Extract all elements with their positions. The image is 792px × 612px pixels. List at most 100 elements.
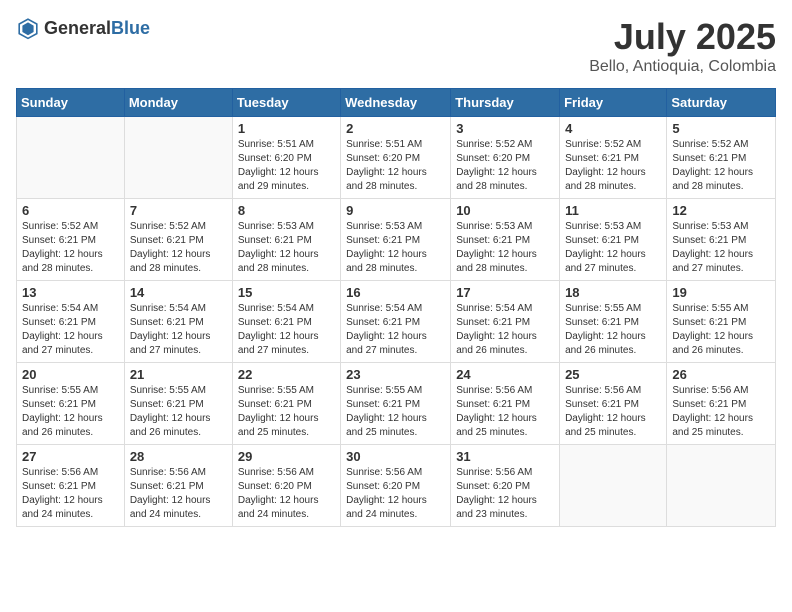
day-info: Sunrise: 5:53 AMSunset: 6:21 PMDaylight:… <box>672 220 770 276</box>
day-number: 10 <box>456 203 554 218</box>
calendar-cell: 22Sunrise: 5:55 AMSunset: 6:21 PMDayligh… <box>232 363 340 445</box>
day-info: Sunrise: 5:52 AMSunset: 6:21 PMDaylight:… <box>130 220 227 276</box>
day-info: Sunrise: 5:56 AMSunset: 6:21 PMDaylight:… <box>672 384 770 440</box>
day-number: 14 <box>130 285 227 300</box>
day-number: 2 <box>346 121 445 136</box>
day-number: 31 <box>456 449 554 464</box>
logo-general: General <box>44 18 111 38</box>
calendar-cell: 19 Sunrise: 5:55 AMSunset: 6:21 PMDayligh… <box>667 281 776 363</box>
day-number: 11 <box>565 203 661 218</box>
day-info: Sunrise: 5:55 AMSunset: 6:21 PMDaylight:… <box>130 384 227 440</box>
day-number: 26 <box>672 367 770 382</box>
day-number: 4 <box>565 121 661 136</box>
calendar-cell: 13 Sunrise: 5:54 AMSunset: 6:21 PMDayligh… <box>17 281 125 363</box>
week-row-1: 1 Sunrise: 5:51 AMSunset: 6:20 PMDaylight… <box>17 117 776 199</box>
day-info: Sunrise: 5:55 AMSunset: 6:21 PMDaylight:… <box>565 302 661 358</box>
page-header: GeneralBlue July 2025 Bello, Antioquia, … <box>16 16 776 76</box>
calendar-cell: 5Sunrise: 5:52 AMSunset: 6:21 PMDaylight… <box>667 117 776 199</box>
calendar-cell: 7 Sunrise: 5:52 AMSunset: 6:21 PMDaylight… <box>124 199 232 281</box>
day-info: Sunrise: 5:55 AMSunset: 6:21 PMDaylight:… <box>672 302 770 358</box>
day-info: Sunrise: 5:52 AMSunset: 6:21 PMDaylight:… <box>22 220 119 276</box>
calendar-cell: 31 Sunrise: 5:56 AMSunset: 6:20 PMDayligh… <box>451 445 560 527</box>
calendar-cell: 1Sunrise: 5:51 AMSunset: 6:20 PMDaylight… <box>232 117 340 199</box>
month-title: July 2025 <box>589 16 776 58</box>
calendar-cell: 10 Sunrise: 5:53 AMSunset: 6:21 PMDayligh… <box>451 199 560 281</box>
day-info: Sunrise: 5:52 AMSunset: 6:20 PMDaylight:… <box>456 138 554 194</box>
day-info: Sunrise: 5:55 AMSunset: 6:21 PMDaylight:… <box>22 384 119 440</box>
day-number: 1 <box>238 121 335 136</box>
day-info: Sunrise: 5:56 AMSunset: 6:21 PMDaylight:… <box>456 384 554 440</box>
week-row-5: 27 Sunrise: 5:56 AMSunset: 6:21 PMDayligh… <box>17 445 776 527</box>
week-row-3: 13 Sunrise: 5:54 AMSunset: 6:21 PMDayligh… <box>17 281 776 363</box>
week-row-4: 20 Sunrise: 5:55 AMSunset: 6:21 PMDayligh… <box>17 363 776 445</box>
day-number: 16 <box>346 285 445 300</box>
calendar-cell <box>17 117 125 199</box>
weekday-header-sunday: Sunday <box>17 89 125 117</box>
day-number: 23 <box>346 367 445 382</box>
day-number: 27 <box>22 449 119 464</box>
day-info: Sunrise: 5:53 AMSunset: 6:21 PMDaylight:… <box>346 220 445 276</box>
calendar-cell: 25 Sunrise: 5:56 AMSunset: 6:21 PMDayligh… <box>560 363 667 445</box>
day-info: Sunrise: 5:54 AMSunset: 6:21 PMDaylight:… <box>456 302 554 358</box>
day-number: 6 <box>22 203 119 218</box>
day-info: Sunrise: 5:56 AMSunset: 6:21 PMDaylight:… <box>22 466 119 522</box>
logo-icon <box>16 16 40 40</box>
calendar-cell: 16 Sunrise: 5:54 AMSunset: 6:21 PMDayligh… <box>341 281 451 363</box>
calendar-cell: 29Sunrise: 5:56 AMSunset: 6:20 PMDayligh… <box>232 445 340 527</box>
logo-blue: Blue <box>111 18 150 38</box>
day-info: Sunrise: 5:54 AMSunset: 6:21 PMDaylight:… <box>346 302 445 358</box>
day-number: 9 <box>346 203 445 218</box>
day-number: 13 <box>22 285 119 300</box>
calendar-cell: 6 Sunrise: 5:52 AMSunset: 6:21 PMDaylight… <box>17 199 125 281</box>
day-number: 28 <box>130 449 227 464</box>
day-info: Sunrise: 5:56 AMSunset: 6:20 PMDaylight:… <box>346 466 445 522</box>
calendar-table: SundayMondayTuesdayWednesdayThursdayFrid… <box>16 88 776 527</box>
calendar-cell <box>560 445 667 527</box>
title-block: July 2025 Bello, Antioquia, Colombia <box>589 16 776 76</box>
weekday-header-thursday: Thursday <box>451 89 560 117</box>
day-number: 17 <box>456 285 554 300</box>
weekday-header-row: SundayMondayTuesdayWednesdayThursdayFrid… <box>17 89 776 117</box>
calendar-cell: 11 Sunrise: 5:53 AMSunset: 6:21 PMDayligh… <box>560 199 667 281</box>
day-info: Sunrise: 5:54 AMSunset: 6:21 PMDaylight:… <box>238 302 335 358</box>
day-number: 25 <box>565 367 661 382</box>
weekday-header-tuesday: Tuesday <box>232 89 340 117</box>
calendar-cell: 12 Sunrise: 5:53 AMSunset: 6:21 PMDayligh… <box>667 199 776 281</box>
day-number: 7 <box>130 203 227 218</box>
day-info: Sunrise: 5:51 AMSunset: 6:20 PMDaylight:… <box>346 138 445 194</box>
day-info: Sunrise: 5:53 AMSunset: 6:21 PMDaylight:… <box>238 220 335 276</box>
calendar-cell: 9 Sunrise: 5:53 AMSunset: 6:21 PMDaylight… <box>341 199 451 281</box>
day-number: 20 <box>22 367 119 382</box>
day-info: Sunrise: 5:56 AMSunset: 6:20 PMDaylight:… <box>456 466 554 522</box>
day-number: 18 <box>565 285 661 300</box>
calendar-cell: 4 Sunrise: 5:52 AMSunset: 6:21 PMDaylight… <box>560 117 667 199</box>
day-info: Sunrise: 5:53 AMSunset: 6:21 PMDaylight:… <box>565 220 661 276</box>
calendar-cell: 14Sunrise: 5:54 AMSunset: 6:21 PMDayligh… <box>124 281 232 363</box>
day-info: Sunrise: 5:54 AMSunset: 6:21 PMDaylight:… <box>22 302 119 358</box>
day-number: 15 <box>238 285 335 300</box>
calendar-cell: 26 Sunrise: 5:56 AMSunset: 6:21 PMDayligh… <box>667 363 776 445</box>
calendar-cell: 8Sunrise: 5:53 AMSunset: 6:21 PMDaylight… <box>232 199 340 281</box>
day-info: Sunrise: 5:52 AMSunset: 6:21 PMDaylight:… <box>565 138 661 194</box>
calendar-cell: 24Sunrise: 5:56 AMSunset: 6:21 PMDayligh… <box>451 363 560 445</box>
day-number: 5 <box>672 121 770 136</box>
calendar-cell: 3Sunrise: 5:52 AMSunset: 6:20 PMDaylight… <box>451 117 560 199</box>
weekday-header-saturday: Saturday <box>667 89 776 117</box>
day-number: 29 <box>238 449 335 464</box>
day-info: Sunrise: 5:56 AMSunset: 6:21 PMDaylight:… <box>565 384 661 440</box>
weekday-header-friday: Friday <box>560 89 667 117</box>
day-info: Sunrise: 5:55 AMSunset: 6:21 PMDaylight:… <box>238 384 335 440</box>
logo: GeneralBlue <box>16 16 150 40</box>
day-info: Sunrise: 5:56 AMSunset: 6:21 PMDaylight:… <box>130 466 227 522</box>
calendar-cell <box>124 117 232 199</box>
week-row-2: 6 Sunrise: 5:52 AMSunset: 6:21 PMDaylight… <box>17 199 776 281</box>
day-number: 21 <box>130 367 227 382</box>
day-number: 12 <box>672 203 770 218</box>
calendar-cell: 20 Sunrise: 5:55 AMSunset: 6:21 PMDayligh… <box>17 363 125 445</box>
day-info: Sunrise: 5:53 AMSunset: 6:21 PMDaylight:… <box>456 220 554 276</box>
calendar-cell: 17 Sunrise: 5:54 AMSunset: 6:21 PMDayligh… <box>451 281 560 363</box>
calendar-cell: 30 Sunrise: 5:56 AMSunset: 6:20 PMDayligh… <box>341 445 451 527</box>
day-number: 19 <box>672 285 770 300</box>
day-number: 30 <box>346 449 445 464</box>
weekday-header-monday: Monday <box>124 89 232 117</box>
